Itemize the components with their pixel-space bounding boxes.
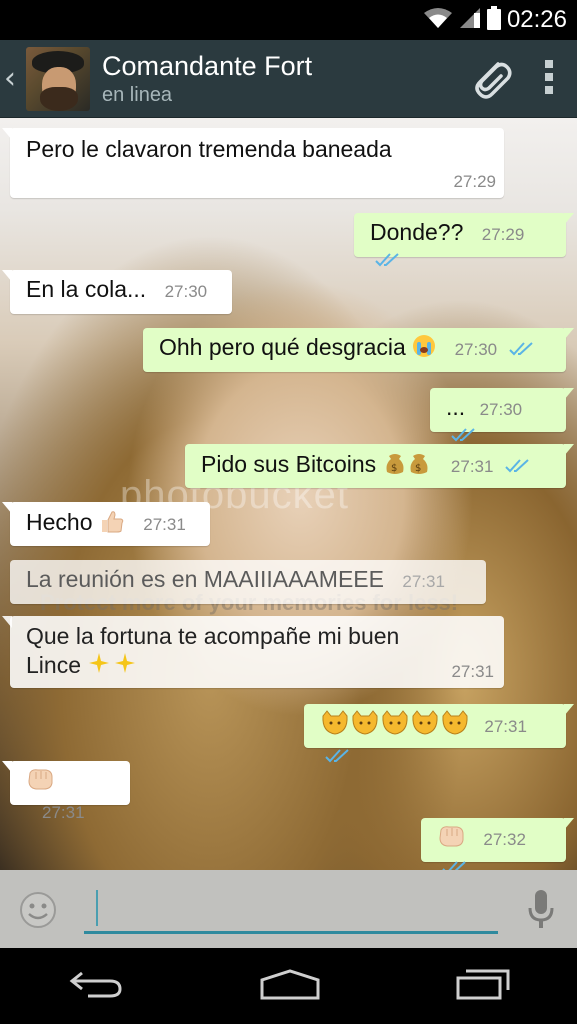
smiling-cat-face-icon <box>320 710 470 742</box>
read-ticks-icon <box>504 453 532 480</box>
message-time: 27:30 <box>479 400 523 419</box>
message-outgoing[interactable]: 27:32 <box>421 818 574 870</box>
recents-icon[interactable] <box>456 968 510 1004</box>
message-text: ... <box>446 394 466 420</box>
message-outgoing[interactable]: Donde?? 27:29 <box>354 213 574 267</box>
contact-status: en linea <box>102 83 173 106</box>
message-text: Pido sus Bitcoins <box>201 451 377 478</box>
microphone-icon[interactable] <box>527 888 555 936</box>
fist-bump-icon <box>437 824 465 854</box>
home-icon[interactable] <box>259 968 321 1004</box>
message-outgoing[interactable]: 27:31 <box>304 704 574 763</box>
message-outgoing[interactable]: Ohh pero qué desgracia 27:30 <box>143 328 574 372</box>
read-ticks-icon <box>324 743 352 770</box>
text-cursor <box>96 890 98 926</box>
message-time: 27:29 <box>453 172 496 191</box>
message-input[interactable] <box>84 882 498 934</box>
avatar[interactable] <box>26 46 90 111</box>
message-text: Hecho <box>26 509 93 536</box>
smiley-icon[interactable] <box>18 890 58 934</box>
attach-button[interactable] <box>461 49 521 109</box>
svg-text:$: $ <box>415 463 421 474</box>
message-text: Que la fortuna te acompañe mi buen <box>26 623 400 649</box>
message-time: 27:30 <box>164 282 208 301</box>
message-outgoing[interactable]: Pido sus Bitcoins $ $ 27:31 <box>185 444 574 488</box>
read-ticks-icon <box>441 855 469 870</box>
message-incoming[interactable]: Pero le clavaron tremenda baneada 27:29 <box>2 128 504 198</box>
contact-info[interactable]: Comandante Fort en linea <box>102 50 461 108</box>
message-text-line2: Lince <box>26 652 81 678</box>
status-bar: 02:26 <box>0 0 577 40</box>
message-time: 27:32 <box>483 830 526 850</box>
clock: 02:26 <box>506 6 567 33</box>
crying-face-icon <box>412 334 436 364</box>
money-bag-icon: $ $ <box>383 450 433 482</box>
message-text: Ohh pero qué desgracia <box>159 334 406 361</box>
contact-name: Comandante Fort <box>102 50 313 81</box>
message-incoming[interactable]: La reunión es en MAAIIIAAAMEEE 27:31 <box>10 560 486 604</box>
message-time: 27:31 <box>451 662 494 681</box>
paperclip-icon <box>468 54 514 104</box>
message-text: En la cola... <box>26 276 147 302</box>
composer-bar <box>0 870 577 948</box>
thumbs-up-icon <box>99 508 125 540</box>
message-time: 27:31 <box>450 457 494 477</box>
wifi-icon <box>423 7 453 33</box>
read-ticks-icon <box>374 247 402 274</box>
message-incoming[interactable]: 27:31 <box>2 761 130 822</box>
fist-bump-icon <box>26 767 54 797</box>
overflow-menu-button[interactable] <box>521 49 577 109</box>
battery-icon <box>486 6 501 34</box>
message-time: 27:31 <box>143 515 186 535</box>
read-ticks-icon <box>508 336 536 363</box>
chat-background[interactable]: photobucket Protect more of your memorie… <box>0 118 577 870</box>
message-incoming[interactable]: Que la fortuna te acompañe mi buen Lince… <box>2 616 504 688</box>
overflow-menu-icon <box>543 59 555 99</box>
message-time: 27:29 <box>481 225 525 244</box>
message-text: Donde?? <box>370 219 464 245</box>
svg-text:$: $ <box>391 463 397 474</box>
signal-icon <box>459 7 481 33</box>
sparkles-icon <box>87 651 141 682</box>
message-time: 27:31 <box>42 803 85 822</box>
chat-header: ‹ Comandante Fort en linea <box>0 40 577 118</box>
message-text: Pero le clavaron tremenda baneada <box>26 136 392 162</box>
back-chevron-icon[interactable]: ‹ <box>4 61 26 96</box>
system-nav-bar <box>0 948 577 1024</box>
message-time: 27:31 <box>402 572 445 591</box>
message-time: 27:30 <box>454 340 498 360</box>
back-icon[interactable] <box>68 969 124 1003</box>
message-incoming[interactable]: Hecho 27:31 <box>2 502 210 546</box>
message-outgoing[interactable]: ... 27:30 <box>430 388 574 442</box>
message-time: 27:31 <box>484 717 527 737</box>
message-text: La reunión es en MAAIIIAAAMEEE <box>26 566 384 592</box>
message-incoming[interactable]: En la cola... 27:30 <box>2 270 232 314</box>
